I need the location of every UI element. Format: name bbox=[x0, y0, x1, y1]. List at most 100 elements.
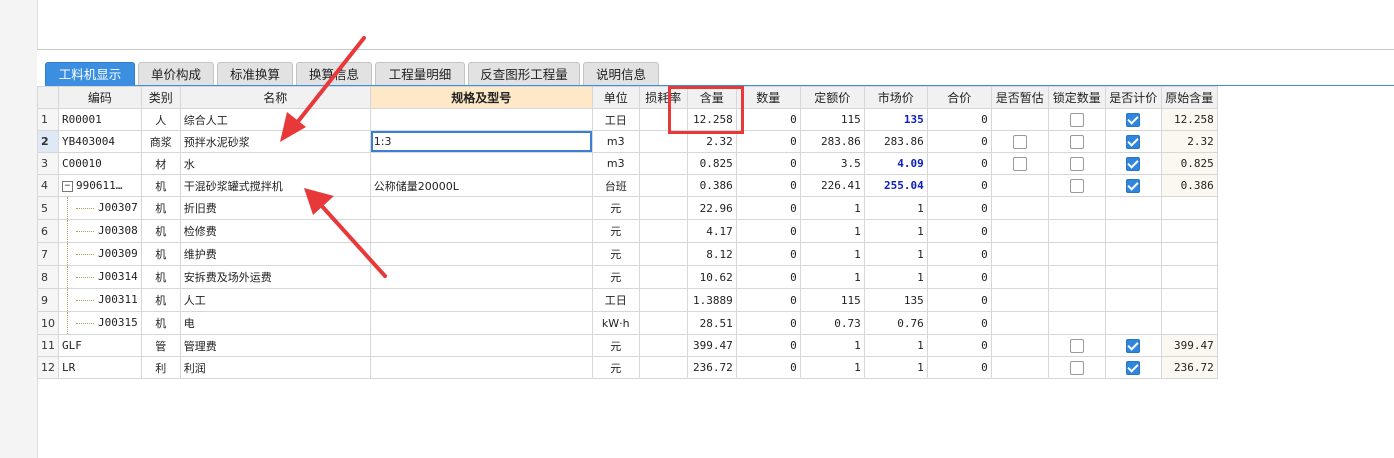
cell-quota[interactable]: 1 bbox=[799, 334, 865, 357]
cell-priced[interactable] bbox=[1104, 108, 1162, 131]
cell-market[interactable]: 0.76 bbox=[863, 311, 928, 335]
cell-unit[interactable]: 台班 bbox=[591, 174, 640, 197]
cell-qty[interactable]: 4.17 bbox=[686, 219, 737, 243]
cell-count[interactable]: 0 bbox=[735, 152, 801, 175]
col-header-loss[interactable]: 损耗率 bbox=[638, 86, 688, 109]
cell-type[interactable]: 机 bbox=[140, 265, 181, 289]
col-header-code[interactable]: 编码 bbox=[58, 86, 142, 109]
cell-orig[interactable] bbox=[1160, 311, 1218, 335]
cell-lock[interactable] bbox=[1047, 108, 1106, 131]
cell-quota[interactable]: 283.86 bbox=[799, 130, 865, 153]
cell-market[interactable]: 1 bbox=[863, 242, 928, 266]
row-number[interactable]: 10 bbox=[37, 311, 59, 335]
cell-loss[interactable] bbox=[638, 265, 688, 289]
cell-name[interactable]: 安拆费及场外运费 bbox=[179, 265, 371, 289]
cell-loss[interactable] bbox=[638, 196, 688, 220]
cell-code[interactable]: C00010 bbox=[58, 152, 142, 175]
cell-priced[interactable] bbox=[1104, 288, 1162, 312]
cell-total[interactable]: 0 bbox=[926, 130, 992, 153]
cell-total[interactable]: 0 bbox=[926, 311, 992, 335]
cell-unit[interactable]: 元 bbox=[591, 356, 640, 379]
cell-loss[interactable] bbox=[638, 356, 688, 379]
cell-priced[interactable] bbox=[1104, 334, 1162, 357]
cell-name[interactable]: 人工 bbox=[179, 288, 371, 312]
cell-type[interactable]: 利 bbox=[140, 356, 181, 379]
cell-orig[interactable] bbox=[1160, 288, 1218, 312]
cell-lock[interactable] bbox=[1047, 174, 1106, 197]
cell-type[interactable]: 机 bbox=[140, 311, 181, 335]
cell-code[interactable]: J00315 bbox=[58, 311, 142, 335]
cell-count[interactable]: 0 bbox=[735, 288, 801, 312]
col-header-quota[interactable]: 定额价 bbox=[799, 86, 865, 109]
cell-loss[interactable] bbox=[638, 288, 688, 312]
cell-lock[interactable] bbox=[1047, 288, 1106, 312]
table-row[interactable]: 1 R00001 人综合人工 工日 12.258 0 115 135 0 12.258 bbox=[37, 108, 1218, 131]
cell-loss[interactable] bbox=[638, 174, 688, 197]
cell-orig[interactable]: 236.72 bbox=[1160, 356, 1218, 379]
cell-qty[interactable]: 0.386 bbox=[686, 174, 737, 197]
col-header-lock[interactable]: 锁定数量 bbox=[1047, 86, 1106, 109]
cell-loss[interactable] bbox=[638, 311, 688, 335]
cell-total[interactable]: 0 bbox=[926, 288, 992, 312]
cell-orig[interactable] bbox=[1160, 196, 1218, 220]
cell-loss[interactable] bbox=[638, 219, 688, 243]
lock-qty-checkbox[interactable] bbox=[1069, 360, 1084, 375]
tab-3[interactable]: 标准换算 bbox=[217, 62, 293, 85]
cell-total[interactable]: 0 bbox=[926, 334, 992, 357]
cell-orig[interactable]: 0.825 bbox=[1160, 152, 1218, 175]
cell-lock[interactable] bbox=[1047, 242, 1106, 266]
cell-unit[interactable]: m3 bbox=[591, 152, 640, 175]
cell-loss[interactable] bbox=[638, 242, 688, 266]
cell-count[interactable]: 0 bbox=[735, 265, 801, 289]
cell-priced[interactable] bbox=[1104, 311, 1162, 335]
priced-checkbox[interactable] bbox=[1126, 360, 1141, 375]
cell-market[interactable]: 283.86 bbox=[863, 130, 928, 153]
cell-quota[interactable]: 0.73 bbox=[799, 311, 865, 335]
row-number[interactable]: 6 bbox=[37, 219, 59, 243]
table-row[interactable]: 10 J00315 机电 kW·h 28.51 0 0.73 0.76 0 bbox=[37, 311, 1218, 335]
cell-market[interactable]: 1 bbox=[863, 356, 928, 379]
cell-spec[interactable] bbox=[369, 108, 593, 131]
cell-orig[interactable] bbox=[1160, 219, 1218, 243]
estimate-checkbox[interactable] bbox=[1012, 134, 1027, 149]
cell-qty[interactable]: 1.3889 bbox=[686, 288, 737, 312]
cell-lock[interactable] bbox=[1047, 334, 1106, 357]
cell-name[interactable]: 综合人工 bbox=[179, 108, 371, 131]
lock-qty-checkbox[interactable] bbox=[1069, 178, 1084, 193]
cell-type[interactable]: 商浆 bbox=[140, 130, 181, 153]
cell-qty[interactable]: 22.96 bbox=[686, 196, 737, 220]
row-number[interactable]: 8 bbox=[37, 265, 59, 289]
col-header-count[interactable]: 数量 bbox=[735, 86, 801, 109]
cell-lock[interactable] bbox=[1047, 219, 1106, 243]
col-header-unit[interactable]: 单位 bbox=[591, 86, 640, 109]
cell-orig[interactable] bbox=[1160, 242, 1218, 266]
table-row[interactable]: 2 YB403004 商浆 预拌水泥砂浆 1:3 m3 2.32 0 283.86 283.86 0… bbox=[37, 130, 1218, 153]
cell-unit[interactable]: 工日 bbox=[591, 108, 640, 131]
tab-2[interactable]: 单价构成 bbox=[138, 62, 214, 85]
cell-spec[interactable] bbox=[369, 152, 593, 175]
cell-unit[interactable]: 元 bbox=[591, 334, 640, 357]
cell-quota[interactable]: 1 bbox=[799, 356, 865, 379]
cell-est[interactable] bbox=[990, 174, 1049, 197]
cell-priced[interactable] bbox=[1104, 242, 1162, 266]
cell-code[interactable]: J00308 bbox=[58, 219, 142, 243]
cell-count[interactable]: 0 bbox=[735, 130, 801, 153]
cell-orig[interactable]: 12.258 bbox=[1160, 108, 1218, 131]
cell-total[interactable]: 0 bbox=[926, 174, 992, 197]
cell-qty[interactable]: 10.62 bbox=[686, 265, 737, 289]
cell-qty[interactable]: 8.12 bbox=[686, 242, 737, 266]
cell-market[interactable]: 135 bbox=[863, 108, 928, 131]
cell-code[interactable]: −990611… bbox=[58, 174, 142, 197]
priced-checkbox[interactable] bbox=[1126, 338, 1141, 353]
cell-loss[interactable] bbox=[638, 334, 688, 357]
table-row[interactable]: 7 J00309 机维护费元 8.12 0 1 1 0 bbox=[37, 242, 1218, 266]
col-header-market[interactable]: 市场价 bbox=[863, 86, 928, 109]
cell-name[interactable]: 折旧费 bbox=[179, 196, 371, 220]
cell-priced[interactable] bbox=[1104, 174, 1162, 197]
cell-market[interactable]: 4.09 bbox=[863, 152, 928, 175]
cell-quota[interactable]: 1 bbox=[799, 219, 865, 243]
cell-est[interactable] bbox=[990, 288, 1049, 312]
cell-total[interactable]: 0 bbox=[926, 242, 992, 266]
cell-lock[interactable] bbox=[1047, 152, 1106, 175]
col-header-name[interactable]: 名称 bbox=[179, 86, 371, 109]
